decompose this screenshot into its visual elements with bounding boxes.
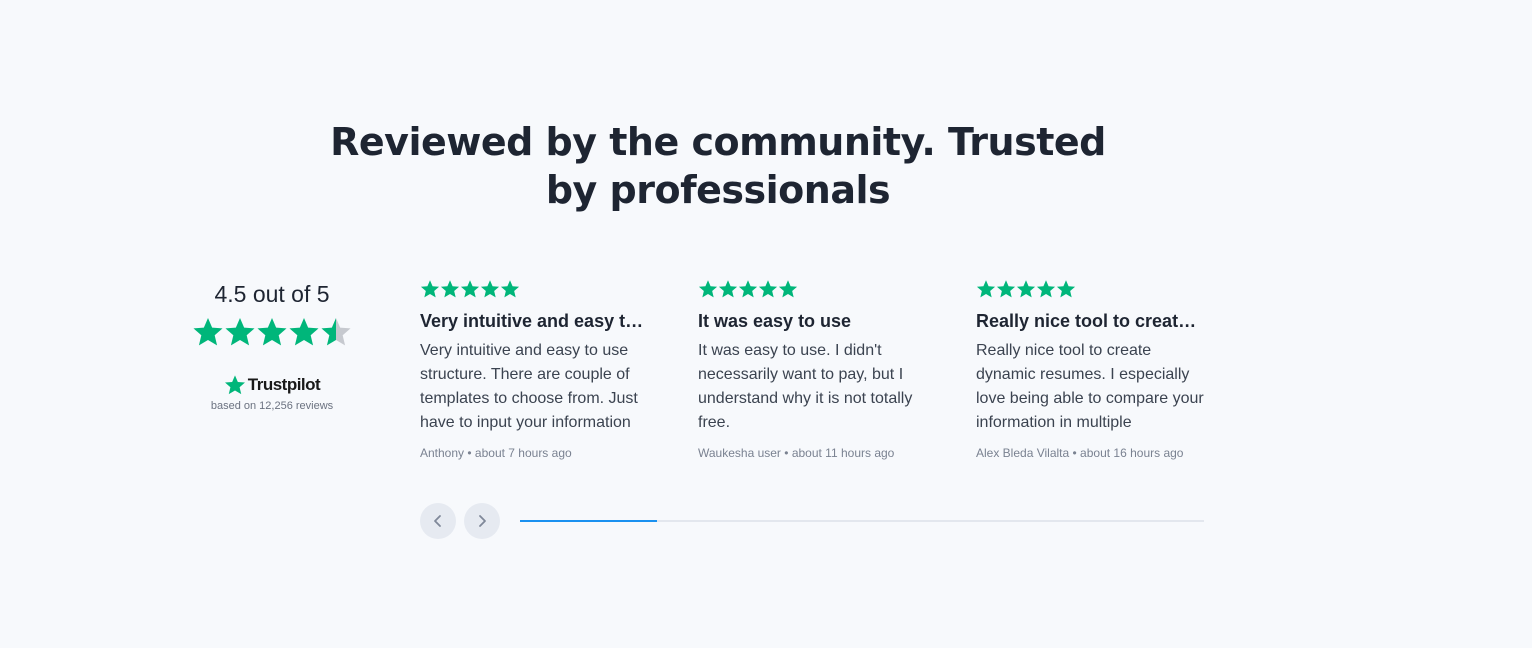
review-count-text: based on 12,256 reviews: [210, 400, 334, 412]
review-card-2[interactable]: It was easy to use It was easy to use. I…: [698, 279, 928, 460]
trustpilot-wordmark: Trustpilot: [247, 375, 321, 394]
trustpilot-logo[interactable]: Trustpilot: [182, 374, 362, 396]
star-icon: [996, 280, 1016, 298]
review-body: It was easy to use. I didn't necessarily…: [698, 342, 913, 431]
review-time: about 11 hours ago: [791, 446, 895, 460]
review-body: Very intuitive and easy to use structure…: [420, 342, 638, 431]
review-title: Really nice tool to create dynamic resum…: [976, 311, 1206, 331]
star-icon: [1056, 280, 1076, 298]
review-stars: [698, 279, 928, 299]
star-icon: [778, 280, 798, 298]
review-author: Waukesha user: [698, 446, 781, 460]
star-icon: [321, 318, 351, 346]
chevron-left-icon: [434, 515, 441, 527]
review-stars: [420, 279, 650, 299]
rating-score-text: 4.5 out of 5: [214, 281, 330, 307]
review-title: It was easy to use: [698, 311, 852, 331]
review-meta: Waukesha user • about 11 hours ago: [698, 446, 895, 460]
rating-summary: 4.5 out of 5 Trustpilot based on 12,256 …: [182, 278, 362, 412]
star-icon: [1036, 280, 1056, 298]
review-time: about 16 hours ago: [1080, 446, 1184, 460]
section-headline: Reviewed by the community. Trusted by pr…: [330, 120, 1106, 212]
review-meta: Alex Bleda Vilalta • about 16 hours ago: [976, 446, 1184, 460]
star-icon: [480, 280, 500, 298]
review-meta: Anthony • about 7 hours ago: [420, 446, 572, 460]
carousel-next-button[interactable]: [464, 503, 500, 539]
carousel-progress-track: [520, 520, 1204, 522]
star-icon: [718, 280, 738, 298]
star-icon: [193, 318, 223, 346]
review-card-3[interactable]: Really nice tool to create dynamic resum…: [976, 279, 1206, 460]
carousel-progress-fill: [520, 520, 657, 522]
carousel-prev-button[interactable]: [420, 503, 456, 539]
star-icon: [420, 280, 440, 298]
chevron-right-icon: [479, 515, 486, 527]
star-icon: [460, 280, 480, 298]
review-title: Very intuitive and easy to use structure: [420, 311, 650, 331]
star-icon: [1016, 280, 1036, 298]
review-author: Anthony: [420, 446, 465, 460]
review-author: Alex Bleda Vilalta: [976, 446, 1070, 460]
trustpilot-star-icon: [224, 375, 245, 395]
review-card-1[interactable]: Very intuitive and easy to use structure…: [420, 279, 650, 460]
star-icon: [500, 280, 520, 298]
star-icon: [289, 318, 319, 346]
rating-stars: [182, 316, 362, 348]
star-icon: [738, 280, 758, 298]
star-icon: [257, 318, 287, 346]
star-icon: [698, 280, 718, 298]
star-icon: [225, 318, 255, 346]
review-body: Really nice tool to create dynamic resum…: [976, 342, 1204, 431]
review-time: about 7 hours ago: [474, 446, 572, 460]
star-icon: [440, 280, 460, 298]
star-icon: [976, 280, 996, 298]
star-icon: [758, 280, 778, 298]
review-stars: [976, 279, 1206, 299]
